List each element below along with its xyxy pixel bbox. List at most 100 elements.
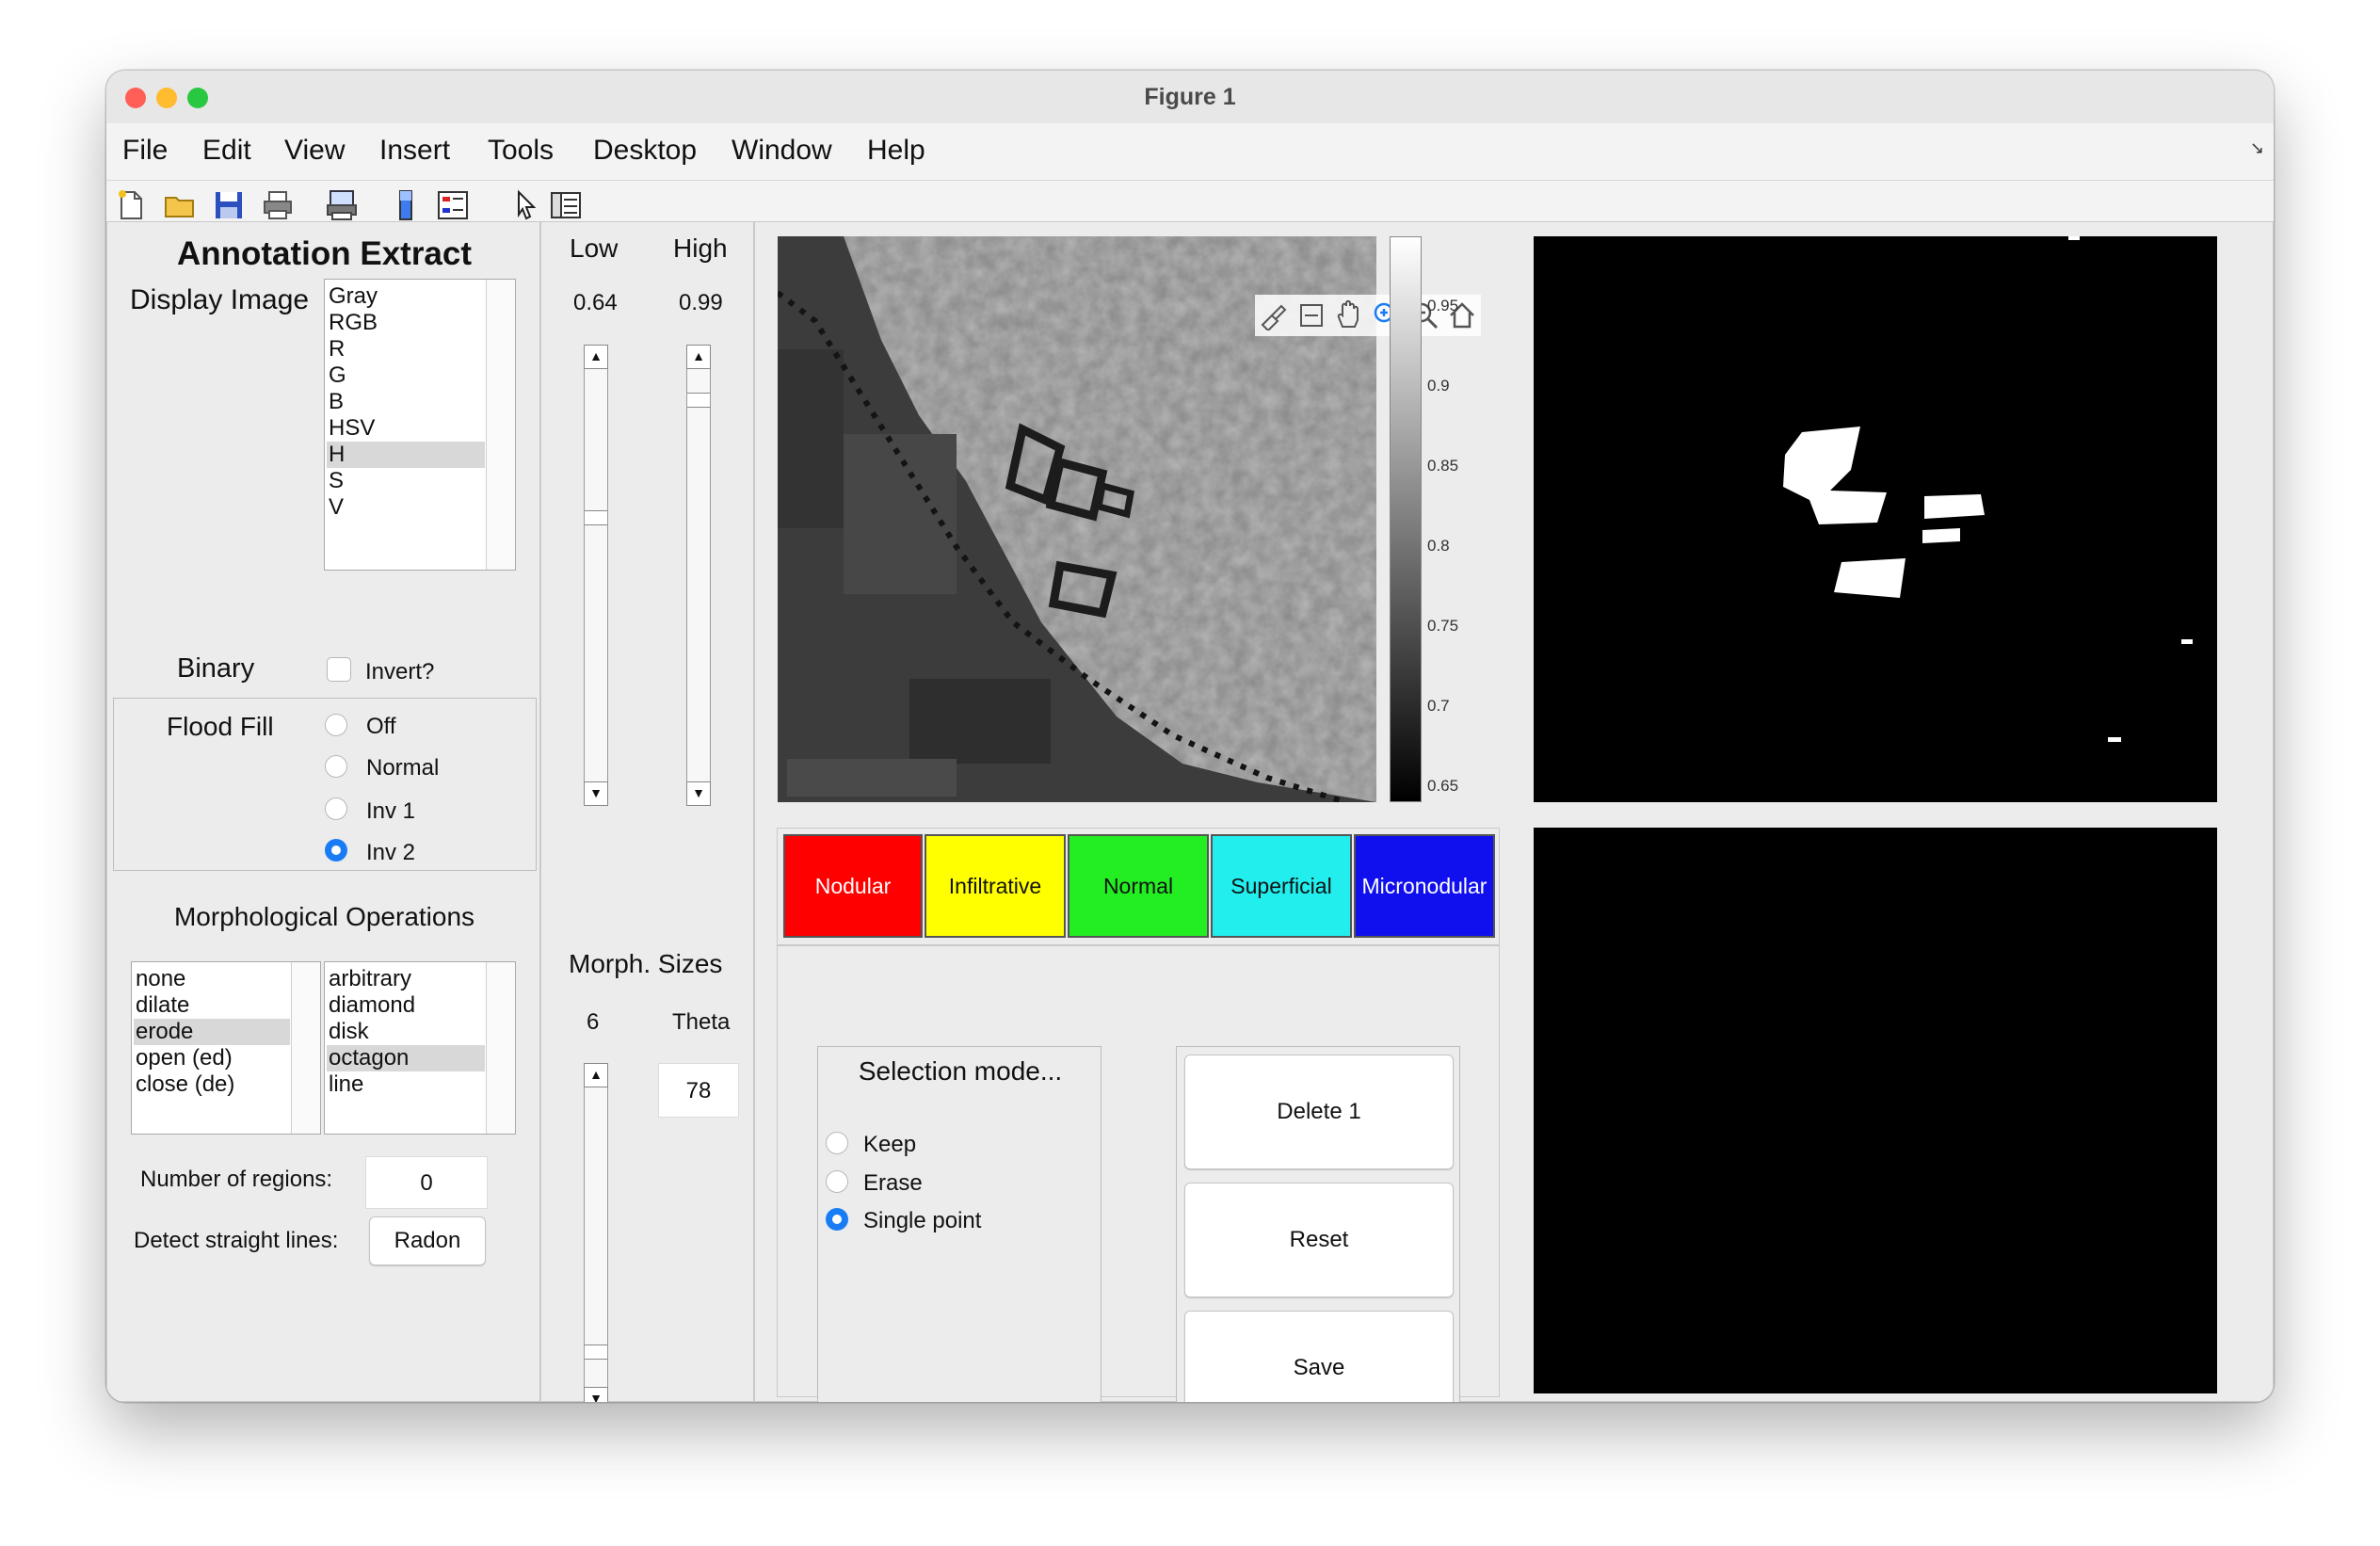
list-item[interactable]: R bbox=[329, 336, 345, 362]
high-slider-down-arrow-icon[interactable]: ▼ bbox=[686, 781, 711, 806]
erase-label: Erase bbox=[863, 1170, 923, 1196]
high-slider-up-arrow-icon[interactable]: ▲ bbox=[686, 345, 711, 369]
colorbar-icon[interactable] bbox=[389, 188, 423, 222]
erase-radio[interactable] bbox=[826, 1170, 848, 1193]
list-item[interactable]: diamond bbox=[329, 992, 415, 1019]
low-threshold-slider[interactable] bbox=[584, 345, 608, 806]
menu-help[interactable]: Help bbox=[867, 135, 925, 167]
list-item[interactable]: V bbox=[329, 494, 344, 521]
class-button-superficial[interactable]: Superficial bbox=[1211, 834, 1352, 938]
colorbar-tick: 0.95 bbox=[1427, 297, 1459, 314]
menu-edit[interactable]: Edit bbox=[202, 135, 251, 167]
list-item[interactable]: erode bbox=[136, 1019, 193, 1045]
property-inspector-icon[interactable] bbox=[549, 188, 583, 222]
selection-mode-title: Selection mode... bbox=[858, 1056, 1063, 1086]
list-item[interactable]: B bbox=[329, 389, 344, 415]
menu-tools[interactable]: Tools bbox=[488, 135, 554, 167]
list-item[interactable]: dilate bbox=[136, 992, 189, 1019]
list-scrollbar[interactable] bbox=[486, 280, 515, 570]
list-item[interactable]: Gray bbox=[329, 283, 378, 310]
menu-window[interactable]: Window bbox=[732, 135, 832, 167]
list-item[interactable]: line bbox=[329, 1071, 363, 1098]
morph-slider-down-arrow-icon[interactable]: ▼ bbox=[584, 1387, 608, 1402]
radon-button[interactable]: Radon bbox=[369, 1216, 486, 1265]
class-button-group: Nodular Infiltrative Normal Superficial … bbox=[777, 828, 1500, 945]
overlay-axes[interactable] bbox=[1534, 828, 2217, 1393]
class-button-infiltrative[interactable]: Infiltrative bbox=[925, 834, 1066, 938]
dock-arrow-icon[interactable]: ↘ bbox=[2250, 138, 2264, 158]
morph-size-slider[interactable] bbox=[584, 1063, 608, 1402]
save-button[interactable]: Save bbox=[1184, 1311, 1454, 1402]
list-item[interactable]: none bbox=[136, 966, 185, 992]
colorbar-tick: 0.9 bbox=[1427, 377, 1450, 395]
menu-view[interactable]: View bbox=[284, 135, 345, 167]
class-button-nodular[interactable]: Nodular bbox=[783, 834, 923, 938]
list-item[interactable]: disk bbox=[329, 1019, 369, 1045]
invert-checkbox[interactable] bbox=[327, 657, 351, 682]
data-tips-icon[interactable] bbox=[1296, 300, 1327, 330]
flood-fill-inv2-radio[interactable] bbox=[325, 839, 347, 862]
list-item[interactable]: G bbox=[329, 362, 346, 389]
regions-count-field: 0 bbox=[365, 1156, 488, 1209]
binary-mask-axes[interactable] bbox=[1534, 236, 2217, 802]
open-folder-icon[interactable] bbox=[163, 188, 197, 222]
flood-fill-group: Flood Fill Off Normal Inv 1 Inv 2 bbox=[113, 698, 537, 871]
save-icon[interactable] bbox=[212, 188, 246, 222]
pan-hand-icon[interactable] bbox=[1334, 300, 1364, 330]
low-slider-up-arrow-icon[interactable]: ▲ bbox=[584, 345, 608, 369]
print-icon[interactable] bbox=[261, 188, 295, 222]
menu-desktop[interactable]: Desktop bbox=[593, 135, 697, 167]
list-item[interactable]: open (ed) bbox=[136, 1045, 233, 1071]
list-scrollbar[interactable] bbox=[291, 962, 320, 1134]
straight-lines-label: Detect straight lines: bbox=[134, 1228, 339, 1253]
list-item[interactable]: octagon bbox=[329, 1045, 409, 1071]
class-button-normal[interactable]: Normal bbox=[1068, 834, 1209, 938]
morph-op-list[interactable]: none dilate erode open (ed) close (de) bbox=[131, 961, 321, 1135]
left-panel: Annotation Extract Display Image Gray RG… bbox=[106, 221, 540, 1402]
flood-fill-normal-label: Normal bbox=[366, 755, 440, 781]
flood-fill-inv2-label: Inv 2 bbox=[366, 840, 416, 865]
high-slider-thumb[interactable] bbox=[687, 393, 710, 408]
colorbar-tick: 0.7 bbox=[1427, 697, 1450, 715]
class-button-micronodular[interactable]: Micronodular bbox=[1354, 834, 1495, 938]
morph-slider-up-arrow-icon[interactable]: ▲ bbox=[584, 1063, 608, 1087]
display-image-label: Display Image bbox=[130, 284, 310, 315]
list-scrollbar[interactable] bbox=[486, 962, 515, 1134]
pointer-icon[interactable] bbox=[509, 188, 543, 222]
flood-fill-inv1-radio[interactable] bbox=[325, 797, 347, 820]
brush-icon[interactable] bbox=[1259, 300, 1289, 330]
low-slider-down-arrow-icon[interactable]: ▼ bbox=[584, 781, 608, 806]
colorbar[interactable] bbox=[1390, 236, 1422, 802]
high-value: 0.99 bbox=[679, 290, 723, 315]
list-item[interactable]: HSV bbox=[329, 415, 375, 442]
invert-label: Invert? bbox=[365, 659, 435, 684]
list-item[interactable]: arbitrary bbox=[329, 966, 411, 992]
low-value: 0.64 bbox=[573, 290, 618, 315]
colorbar-tick: 0.8 bbox=[1427, 537, 1450, 555]
print-figure-icon[interactable] bbox=[325, 188, 359, 222]
morph-shape-list[interactable]: arbitrary diamond disk octagon line bbox=[324, 961, 516, 1135]
theta-field[interactable]: 78 bbox=[658, 1063, 739, 1118]
keep-radio[interactable] bbox=[826, 1132, 848, 1154]
reset-button[interactable]: Reset bbox=[1184, 1183, 1454, 1297]
flood-fill-off-radio[interactable] bbox=[325, 714, 347, 736]
single-point-radio[interactable] bbox=[826, 1208, 848, 1231]
binary-label: Binary bbox=[177, 653, 255, 684]
selection-panel: Selection mode... Keep Erase Single poin… bbox=[777, 945, 1500, 1402]
delete-button[interactable]: Delete 1 bbox=[1184, 1055, 1454, 1169]
flood-fill-normal-radio[interactable] bbox=[325, 755, 347, 778]
menu-file[interactable]: File bbox=[122, 135, 168, 167]
morph-slider-thumb[interactable] bbox=[585, 1345, 607, 1360]
threshold-panel: Low High 0.64 0.99 ▲ ▼ ▲ ▼ Morph. Sizes … bbox=[540, 221, 754, 1402]
list-item[interactable]: H bbox=[329, 442, 345, 468]
list-item[interactable]: RGB bbox=[329, 310, 378, 336]
low-slider-thumb[interactable] bbox=[585, 510, 607, 525]
new-file-icon[interactable] bbox=[114, 188, 148, 222]
list-selection-highlight bbox=[327, 442, 485, 468]
menu-insert[interactable]: Insert bbox=[379, 135, 450, 167]
display-image-list[interactable]: Gray RGB R G B HSV H S V bbox=[324, 279, 516, 571]
list-item[interactable]: close (de) bbox=[136, 1071, 234, 1098]
high-threshold-slider[interactable] bbox=[686, 345, 711, 806]
list-item[interactable]: S bbox=[329, 468, 344, 494]
legend-icon[interactable] bbox=[436, 188, 470, 222]
